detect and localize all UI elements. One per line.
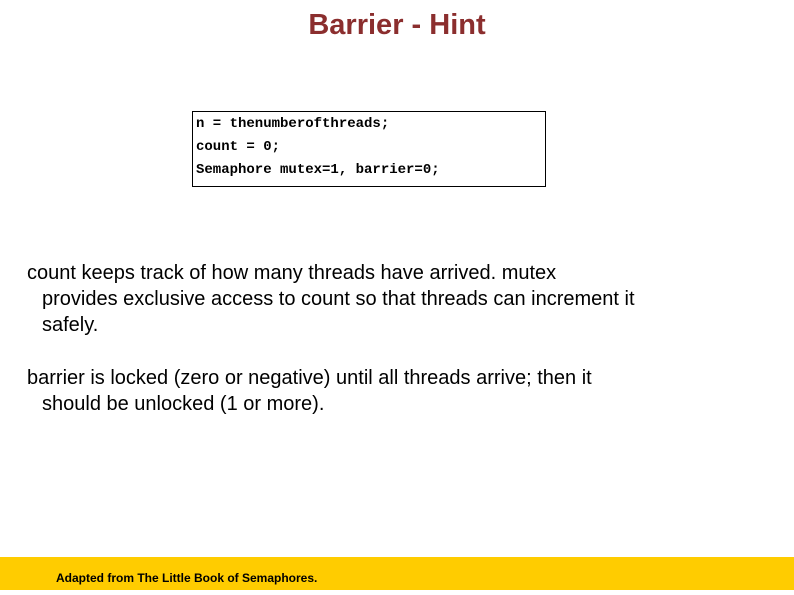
paragraph-line: provides exclusive access to count so th… [42,288,635,310]
paragraph-line: safely. [42,314,99,336]
paragraph-line: count keeps track of how many threads ha… [27,262,557,284]
code-line: Semaphore mutex=1, barrier=0; [196,162,440,178]
footer-bar: Adapted from The Little Book of Semaphor… [0,557,794,590]
paragraph-line: should be unlocked (1 or more). [42,393,325,415]
code-line: n = thenumberofthreads; [196,116,390,132]
paragraph-line: barrier is locked (zero or negative) unt… [27,367,592,389]
paragraph-barrier-explanation: barrier is locked (zero or negative) unt… [27,365,767,417]
paragraph-count-explanation: count keeps track of how many threads ha… [27,260,767,338]
code-line: count = 0; [196,139,281,155]
slide-title: Barrier - Hint [308,9,486,41]
code-block: n = thenumberofthreads; count = 0; Semap… [192,111,546,187]
footer-attribution: Adapted from The Little Book of Semaphor… [56,571,318,585]
